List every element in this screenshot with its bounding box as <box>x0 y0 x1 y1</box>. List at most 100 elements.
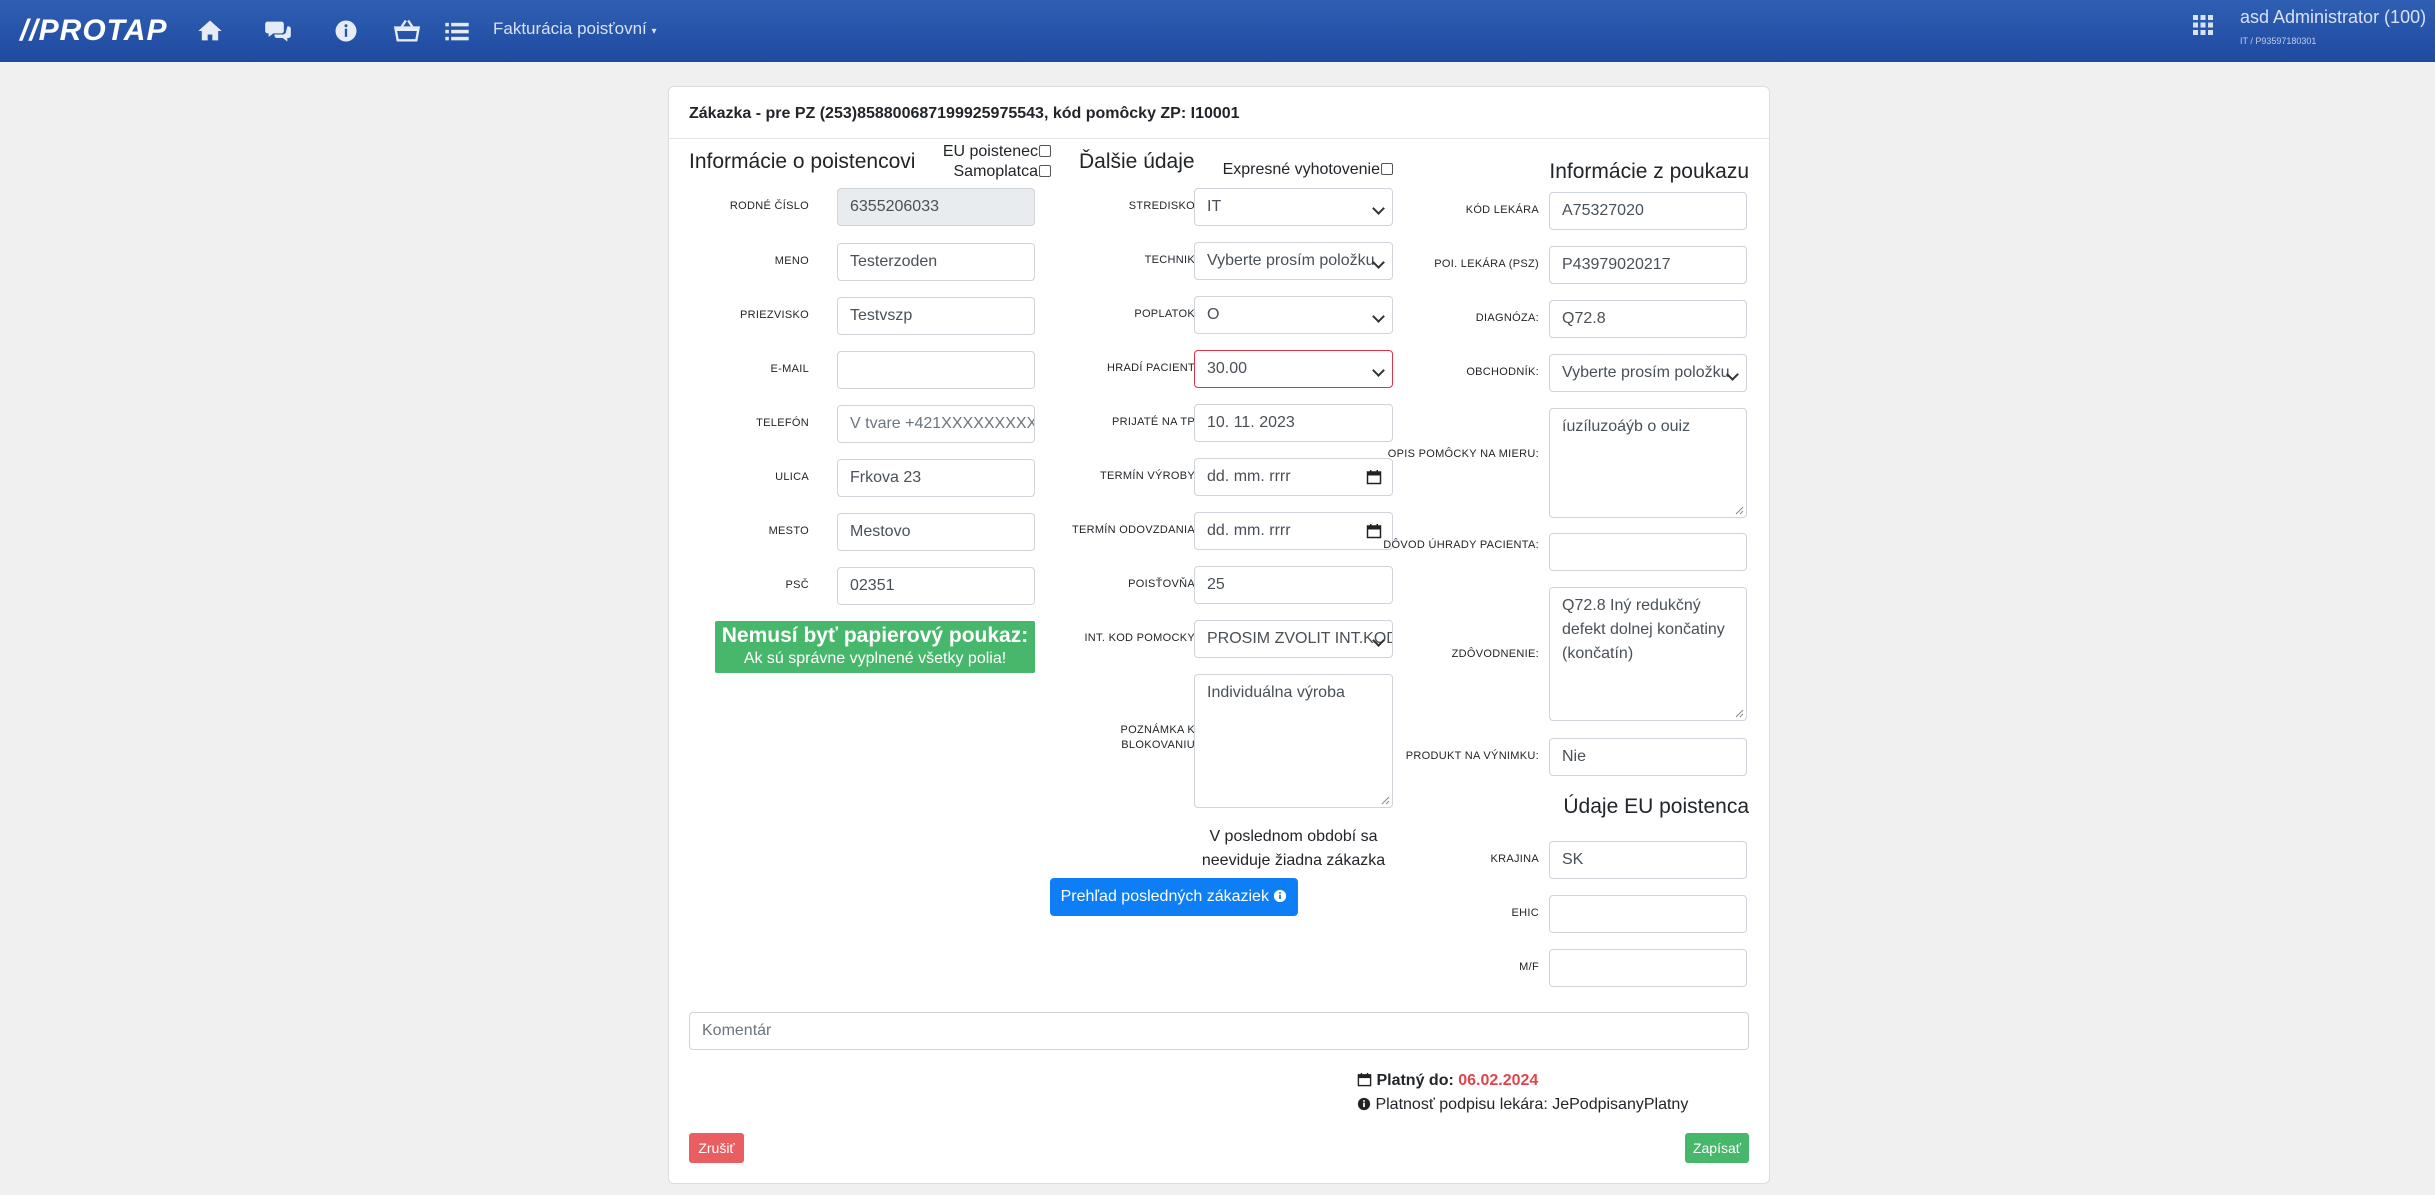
birth-number-field[interactable]: 6355206033 <box>837 188 1035 226</box>
received-label: Prijaté na TP <box>1112 416 1195 428</box>
patient-pays-label: Hradí pacient <box>1106 362 1195 374</box>
technician-select[interactable]: Vyberte prosím položku <box>1194 242 1393 280</box>
gender-field[interactable] <box>1549 949 1747 987</box>
user-subtitle: IT / P93597180301 <box>2240 36 2317 46</box>
home-icon[interactable] <box>196 17 224 45</box>
salesman-select[interactable]: Vyberte prosím položku <box>1549 354 1747 392</box>
grid-icon[interactable] <box>2192 14 2214 36</box>
city-field[interactable]: Mestovo <box>837 513 1035 551</box>
comments-icon[interactable] <box>264 17 292 45</box>
top-navbar: //PROTAP Fakturácia poisťovní ▾ asd Admi… <box>0 0 2435 62</box>
fee-select[interactable]: O <box>1194 296 1393 334</box>
eu-insured-row: EU poistenec <box>901 142 1051 162</box>
self-pay-checkbox[interactable] <box>1039 165 1051 177</box>
last-name-field[interactable]: Testvszp <box>837 297 1035 335</box>
basket-icon[interactable] <box>393 17 421 45</box>
paper-voucher-notice-title: Nemusí byť papierový poukaz: <box>721 624 1029 647</box>
custom-aid-description-label: Opis pomôcky na mieru: <box>1387 448 1539 460</box>
delivery-date-value: dd. mm. rrrr <box>1207 522 1291 539</box>
birth-number-label: Rodné číslo <box>729 200 809 212</box>
insurer-field[interactable]: 25 <box>1194 566 1393 604</box>
email-label: E-mail <box>770 363 809 375</box>
billing-dropdown[interactable]: Fakturácia poisťovní ▾ <box>493 19 657 42</box>
brand-logo[interactable]: //PROTAP <box>20 14 167 48</box>
valid-until-date: 06.02.2024 <box>1458 1072 1539 1089</box>
doctor-code-field[interactable]: A75327020 <box>1549 192 1747 230</box>
gender-label: M/F <box>1519 961 1539 973</box>
valid-until-label: Platný do: <box>1376 1072 1454 1089</box>
calendar-icon[interactable] <box>1366 523 1382 539</box>
ehic-label: EHIC <box>1511 907 1539 919</box>
email-field[interactable] <box>837 351 1035 389</box>
phone-field[interactable]: V tvare +421XXXXXXXXX <box>837 405 1035 443</box>
signature-validity-text: Platnosť podpisu lekára: JePodpisanyPlat… <box>1375 1096 1689 1113</box>
resize-handle-icon[interactable] <box>1734 708 1744 718</box>
ehic-field[interactable] <box>1549 895 1747 933</box>
payment-reason-label: Dôvod úhrady pacienta: <box>1383 539 1539 551</box>
city-label: Mesto <box>768 525 809 537</box>
eu-insured-checkbox[interactable] <box>1039 145 1051 157</box>
user-menu[interactable]: asd Administrator (100) IT / P9359718030… <box>2240 6 2435 46</box>
salesman-label: Obchodník: <box>1466 366 1539 378</box>
eu-insured-label: EU poistenec <box>942 143 1038 160</box>
production-date-label: Termín výroby <box>1100 470 1195 482</box>
country-field[interactable]: SK <box>1549 841 1747 879</box>
doctor-psz-label: Poi. lekára (PSZ) <box>1434 258 1539 270</box>
comment-input[interactable]: Komentár <box>689 1012 1749 1050</box>
paper-voucher-notice: Nemusí byť papierový poukaz: Ak sú správ… <box>715 621 1035 673</box>
order-history-button[interactable]: Prehľad posledných zákaziek <box>1050 878 1298 916</box>
card-header: Zákazka - pre PZ (253)858800687199925975… <box>669 87 1769 139</box>
justification-value: Q72.8 Iný redukčný defekt dolnej končati… <box>1562 597 1725 662</box>
save-button[interactable]: Zapísať <box>1685 1133 1749 1163</box>
cancel-button[interactable]: Zrušiť <box>689 1133 744 1163</box>
paper-voucher-notice-subtitle: Ak sú správne vyplnené všetky polia! <box>743 650 1007 667</box>
block-note-textarea[interactable]: Individuálna výroba <box>1194 674 1393 808</box>
diagnosis-field[interactable]: Q72.8 <box>1549 300 1747 338</box>
patient-pays-select[interactable]: 30.00 <box>1194 350 1393 388</box>
custom-aid-description-textarea[interactable]: íuzíluzoáýb o ouiz <box>1549 408 1747 518</box>
block-note-label: Poznámka k blokovaniu <box>1120 724 1195 751</box>
justification-textarea[interactable]: Q72.8 Iný redukčný defekt dolnej končati… <box>1549 587 1747 721</box>
calendar-icon <box>1357 1072 1372 1087</box>
delivery-date-field[interactable]: dd. mm. rrrr <box>1194 512 1393 550</box>
list-icon[interactable] <box>443 17 471 45</box>
last-period-note: V poslednom období sa neeviduje žiadna z… <box>1201 828 1386 869</box>
zip-label: PSČ <box>785 579 809 591</box>
calendar-icon[interactable] <box>1366 469 1382 485</box>
block-note-value: Individuálna výroba <box>1207 684 1345 701</box>
production-date-field[interactable]: dd. mm. rrrr <box>1194 458 1393 496</box>
diagnosis-label: Diagnóza: <box>1475 312 1539 324</box>
resize-handle-icon[interactable] <box>1734 505 1744 515</box>
doctor-code-label: Kód lekára <box>1465 204 1539 216</box>
zip-field[interactable]: 02351 <box>837 567 1035 605</box>
eu-section-title: Údaje EU poistenca <box>1563 795 1749 818</box>
first-name-label: Meno <box>774 255 809 267</box>
insurer-label: Poisťovňa <box>1128 578 1195 590</box>
info-circle-icon <box>1357 1097 1371 1111</box>
custom-aid-description-value: íuzíluzoáýb o ouiz <box>1562 418 1691 435</box>
int-code-select[interactable]: PROSIM ZVOLIT INT.KOD <box>1194 620 1393 658</box>
received-date-field[interactable]: 10. 11. 2023 <box>1194 404 1393 442</box>
production-date-value: dd. mm. rrrr <box>1207 468 1291 485</box>
info-icon[interactable] <box>332 17 360 45</box>
country-label: Krajina <box>1490 853 1539 865</box>
center-select[interactable]: IT <box>1194 188 1393 226</box>
order-history-label: Prehľad posledných zákaziek <box>1060 888 1269 905</box>
technician-label: Technik <box>1144 254 1195 266</box>
doctor-psz-field[interactable]: P43979020217 <box>1549 246 1747 284</box>
insured-section-title: Informácie o poistencovi <box>689 150 916 173</box>
validity-block: Platný do: 06.02.2024 Platnosť podpisu l… <box>1357 1069 1688 1117</box>
billing-dropdown-label: Fakturácia poisťovní <box>493 19 647 38</box>
order-card: Zákazka - pre PZ (253)858800687199925975… <box>668 86 1770 1184</box>
first-name-field[interactable]: Testerzoden <box>837 243 1035 281</box>
street-field[interactable]: Frkova 23 <box>837 459 1035 497</box>
voucher-section-title: Informácie z poukazu <box>1549 160 1749 183</box>
payment-reason-field[interactable] <box>1549 533 1747 571</box>
exception-product-field[interactable]: Nie <box>1549 738 1747 776</box>
center-label: Stredisko <box>1128 200 1195 212</box>
info-circle-icon <box>1274 889 1287 903</box>
express-label: Expresné vyhotovenie <box>1222 161 1380 178</box>
caret-down-icon: ▾ <box>651 26 657 37</box>
street-label: Ulica <box>775 471 809 483</box>
express-row: Expresné vyhotovenie <box>1169 160 1393 180</box>
